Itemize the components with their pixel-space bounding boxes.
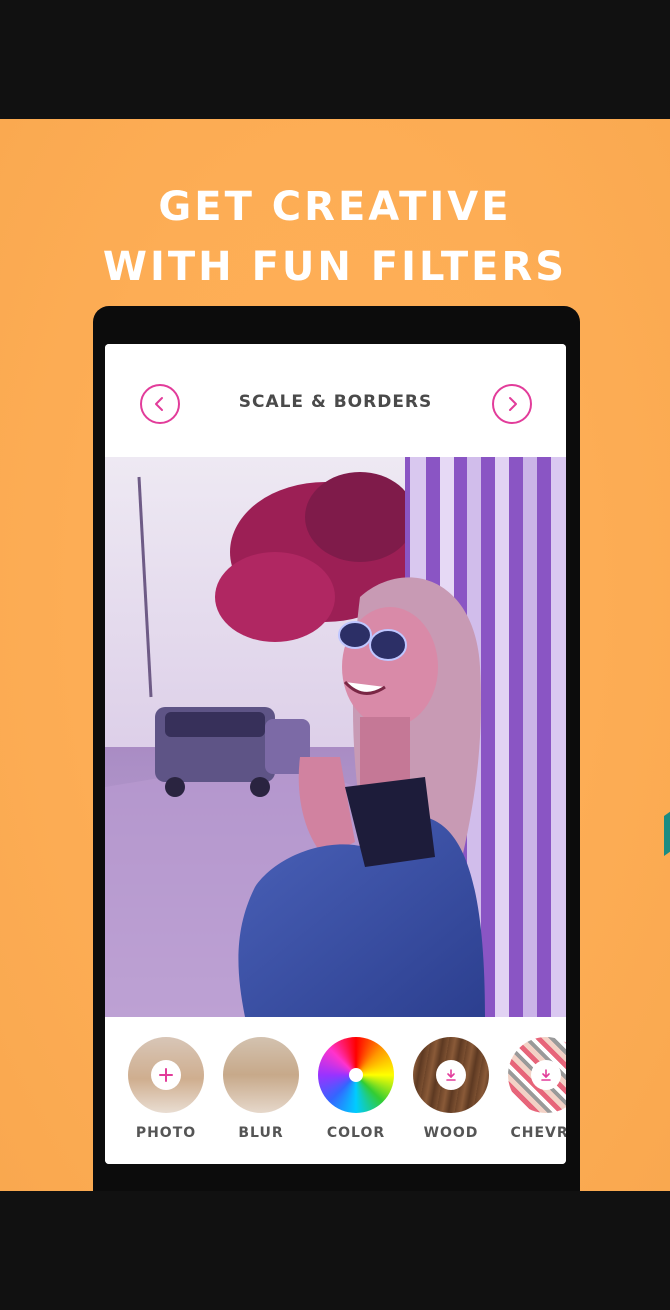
filter-wood[interactable]: WOOD: [411, 1037, 491, 1141]
filter-blur-thumbnail: [223, 1037, 299, 1113]
top-letterbox: [0, 0, 670, 119]
bottom-letterbox: [0, 1191, 670, 1310]
phone-screen: SCALE & BORDERS PHOTO BLUR COLOR WOOD CH…: [105, 344, 566, 1164]
filter-label: BLUR: [238, 1125, 284, 1141]
phone-mockup: SCALE & BORDERS PHOTO BLUR COLOR WOOD CH…: [93, 306, 580, 1191]
color-wheel-center: [349, 1068, 363, 1082]
filter-chevron-thumbnail: [508, 1037, 566, 1113]
chevron-right-icon: [509, 397, 517, 411]
promo-background: GET CREATIVE WITH FUN FILTERS SCALE & BO…: [0, 119, 670, 1191]
screen-header: SCALE & BORDERS: [105, 344, 566, 457]
download-icon: [446, 1069, 456, 1081]
filter-photo-thumbnail: [128, 1037, 204, 1113]
filter-wood-thumbnail: [413, 1037, 489, 1113]
filter-color-thumbnail: [318, 1037, 394, 1113]
plus-icon: [159, 1068, 173, 1082]
headline: GET CREATIVE WITH FUN FILTERS: [0, 177, 670, 297]
headline-line-2: WITH FUN FILTERS: [102, 244, 568, 290]
filter-label: CHEVRO: [510, 1125, 566, 1141]
filter-label: WOOD: [423, 1125, 479, 1141]
decorative-shape: [664, 801, 670, 857]
filter-label: COLOR: [326, 1125, 386, 1141]
filter-color[interactable]: COLOR: [316, 1037, 396, 1141]
headline-line-1: GET CREATIVE: [158, 184, 512, 230]
filter-strip: PHOTO BLUR COLOR WOOD CHEVR: [105, 1017, 566, 1164]
filter-chevron[interactable]: CHEVRO: [506, 1037, 566, 1141]
filter-label: PHOTO: [135, 1125, 197, 1141]
photo-illustration: [105, 457, 566, 1017]
edited-photo: [105, 457, 566, 1017]
download-icon: [541, 1069, 551, 1081]
filter-blur[interactable]: BLUR: [221, 1037, 301, 1141]
filter-photo[interactable]: PHOTO: [126, 1037, 206, 1141]
next-button[interactable]: [492, 384, 532, 424]
